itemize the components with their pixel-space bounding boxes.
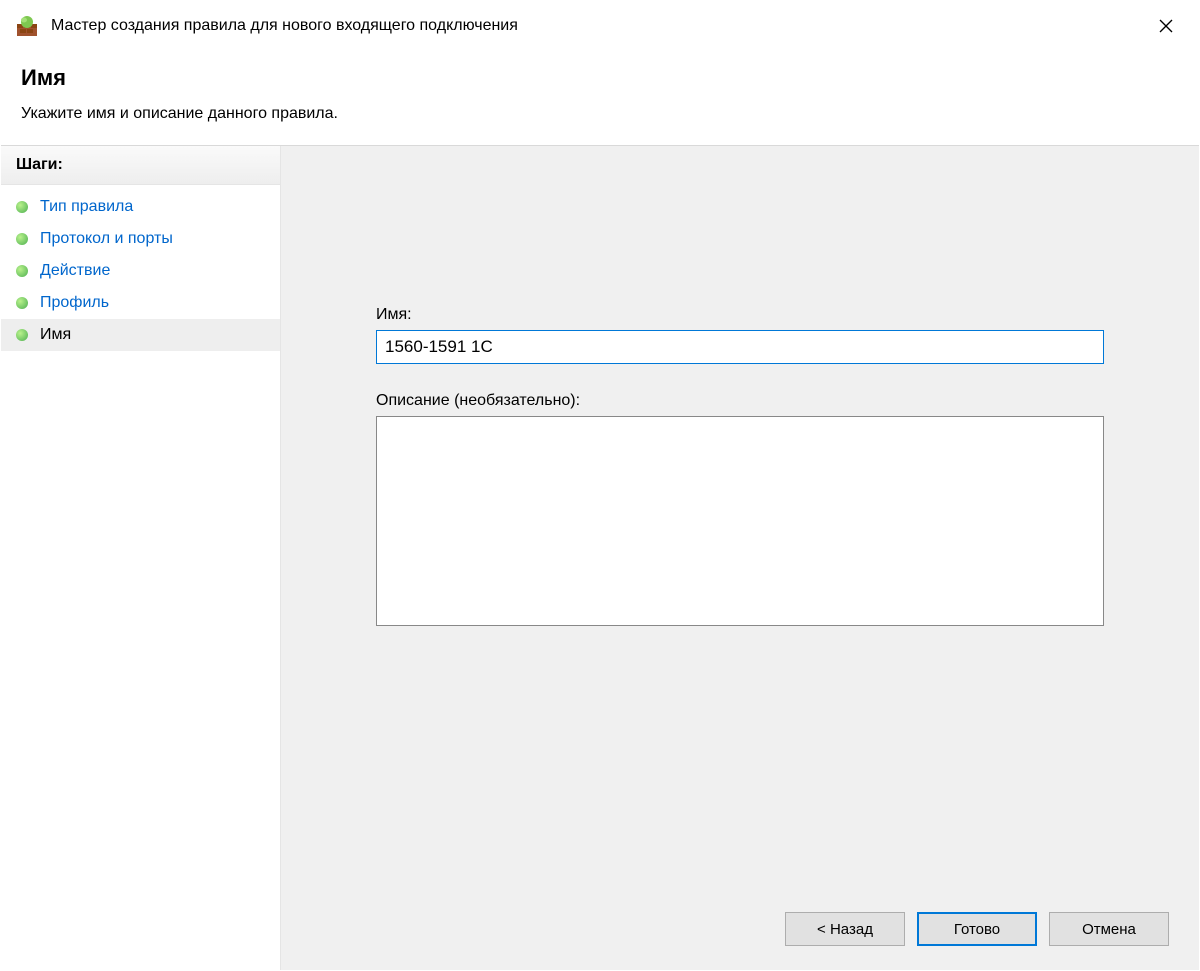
- cancel-button[interactable]: Отмена: [1049, 912, 1169, 946]
- wizard-window: Мастер создания правила для нового входя…: [0, 0, 1200, 971]
- main-content: Имя: Описание (необязательно): < Назад Г…: [281, 146, 1199, 970]
- button-bar: < Назад Готово Отмена: [281, 894, 1199, 970]
- sidebar: Шаги: Тип правила Протокол и порты Дейст…: [1, 146, 281, 970]
- close-button[interactable]: [1143, 10, 1189, 42]
- finish-button[interactable]: Готово: [917, 912, 1037, 946]
- page-title: Имя: [21, 65, 1179, 91]
- sidebar-step-action[interactable]: Действие: [1, 255, 280, 287]
- description-label: Описание (необязательно):: [376, 392, 1104, 410]
- sidebar-step-rule-type[interactable]: Тип правила: [1, 191, 280, 223]
- step-bullet-icon: [16, 201, 28, 213]
- name-input[interactable]: [376, 330, 1104, 364]
- form-area: Имя: Описание (необязательно):: [281, 146, 1199, 894]
- step-label: Профиль: [40, 294, 109, 312]
- sidebar-step-name[interactable]: Имя: [1, 319, 280, 351]
- titlebar: Мастер создания правила для нового входя…: [1, 1, 1199, 51]
- page-subtitle: Укажите имя и описание данного правила.: [21, 105, 1179, 123]
- name-group: Имя:: [376, 306, 1104, 364]
- sidebar-header: Шаги:: [1, 146, 280, 185]
- header-section: Имя Укажите имя и описание данного прави…: [1, 51, 1199, 146]
- window-title: Мастер создания правила для нового входя…: [51, 17, 1143, 35]
- step-bullet-icon: [16, 297, 28, 309]
- step-bullet-icon: [16, 233, 28, 245]
- sidebar-step-profile[interactable]: Профиль: [1, 287, 280, 319]
- back-button[interactable]: < Назад: [785, 912, 905, 946]
- description-group: Описание (необязательно):: [376, 392, 1104, 630]
- body-section: Шаги: Тип правила Протокол и порты Дейст…: [1, 146, 1199, 970]
- step-label: Протокол и порты: [40, 230, 173, 248]
- sidebar-step-protocol-ports[interactable]: Протокол и порты: [1, 223, 280, 255]
- step-label: Имя: [40, 326, 71, 344]
- step-label: Тип правила: [40, 198, 133, 216]
- step-bullet-icon: [16, 265, 28, 277]
- description-input[interactable]: [376, 416, 1104, 626]
- firewall-icon: [17, 16, 37, 36]
- sidebar-items: Тип правила Протокол и порты Действие Пр…: [1, 185, 280, 351]
- name-label: Имя:: [376, 306, 1104, 324]
- step-bullet-icon: [16, 329, 28, 341]
- close-icon: [1159, 19, 1173, 33]
- step-label: Действие: [40, 262, 110, 280]
